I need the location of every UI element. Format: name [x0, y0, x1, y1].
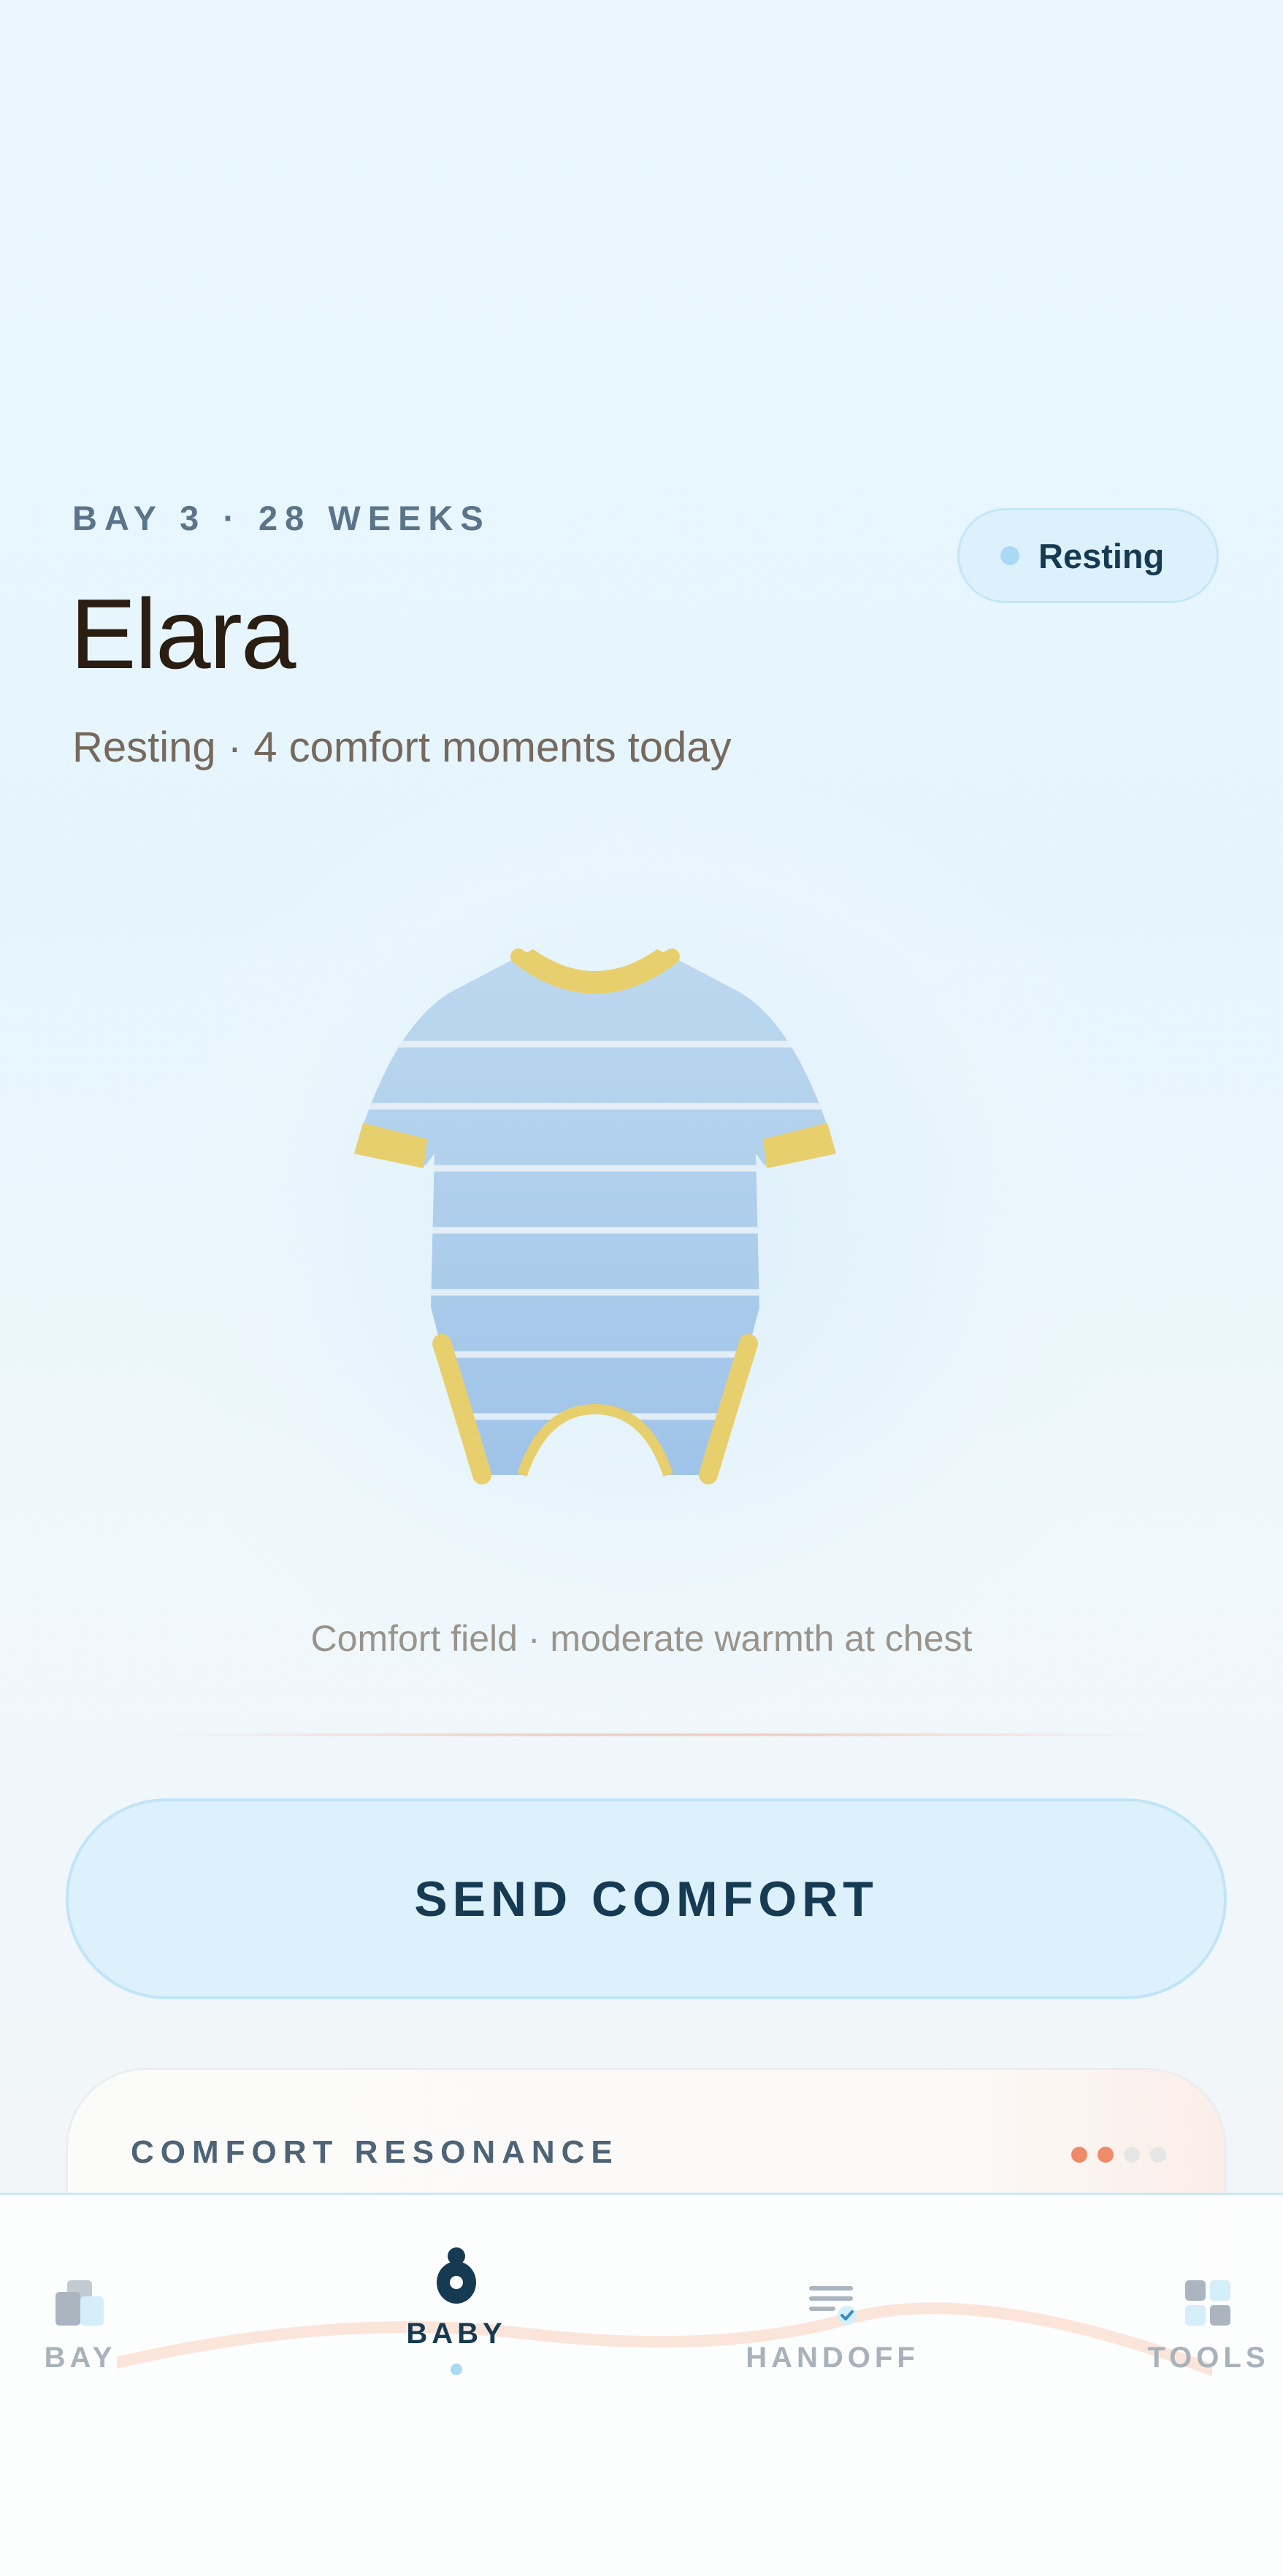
resonance-dot	[1150, 2147, 1166, 2163]
divider	[146, 1733, 1168, 1736]
tab-baby[interactable]: BABY	[394, 2246, 518, 2375]
tools-grid-icon	[1185, 2280, 1230, 2326]
baby-name: Elara	[70, 578, 296, 689]
tab-baby-label: BABY	[406, 2318, 507, 2350]
resonance-dot	[1098, 2147, 1114, 2163]
tab-bay[interactable]: BAY	[29, 2279, 131, 2374]
status-chip-label: Resting	[1038, 536, 1165, 575]
bay-grid-icon	[55, 2280, 104, 2326]
baby-status-subtitle: Resting · 4 comfort moments today	[72, 724, 732, 771]
handoff-checklist-icon	[809, 2286, 857, 2325]
tab-handoff[interactable]: HANDOFF	[738, 2279, 927, 2374]
tab-tools[interactable]: TOOLS	[1139, 2279, 1278, 2374]
baby-onesie-icon	[354, 948, 836, 1484]
tab-tools-label: TOOLS	[1147, 2342, 1270, 2374]
send-comfort-button[interactable]: SEND COMFORT	[66, 1798, 1227, 1999]
bay-eyebrow: BAY 3 · 28 WEEKS	[72, 499, 491, 537]
baby-icon	[437, 2247, 476, 2304]
tab-bay-label: BAY	[44, 2342, 117, 2374]
comfort-field-caption: Comfort field · moderate warmth at chest	[310, 1618, 973, 1659]
status-chip: Resting	[957, 508, 1219, 603]
resonance-wave	[117, 2302, 1212, 2376]
bottom-tab-bar: BAY BABY HANDOFF TOOLS	[0, 2193, 1283, 2576]
active-tab-indicator	[451, 2364, 462, 2375]
comfort-resonance-label: COMFORT RESONANCE	[131, 2134, 619, 2170]
tab-handoff-label: HANDOFF	[746, 2342, 919, 2374]
resonance-dot	[1071, 2147, 1087, 2163]
status-dot-icon	[1000, 546, 1019, 565]
resonance-dot	[1124, 2147, 1140, 2163]
resonance-level-indicator	[1071, 2147, 1166, 2163]
